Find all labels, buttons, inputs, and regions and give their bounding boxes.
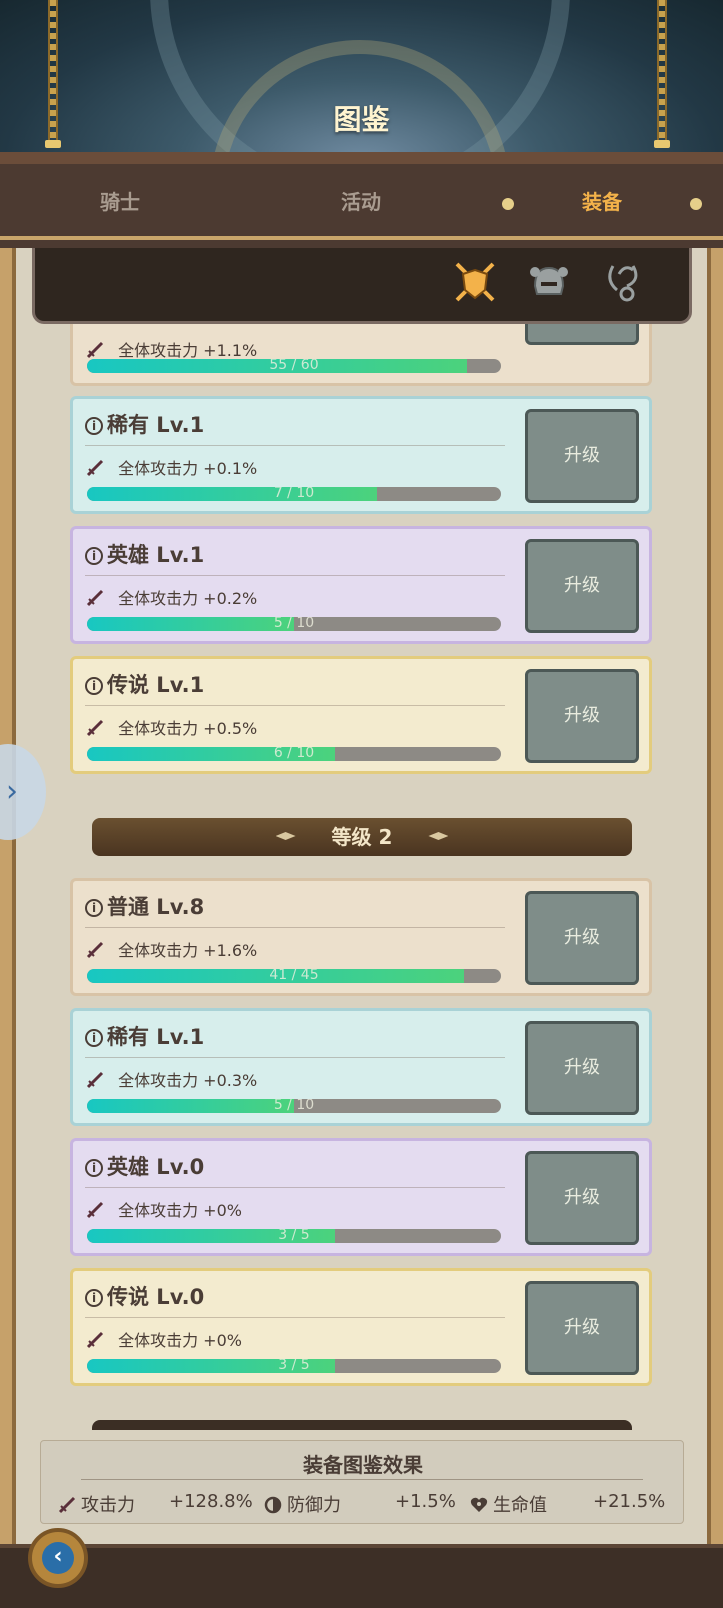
attack-value: +128.8% bbox=[169, 1491, 253, 1512]
back-button[interactable]: ‹ bbox=[28, 1528, 88, 1588]
necklace-icon[interactable] bbox=[601, 260, 645, 304]
progress-bar: 7 / 10 bbox=[87, 487, 501, 501]
diamond-ornament-right bbox=[428, 832, 449, 840]
upgrade-button[interactable]: 升级 bbox=[525, 409, 639, 503]
sword-icon bbox=[86, 589, 104, 607]
info-icon[interactable]: i bbox=[85, 547, 103, 565]
card-title: i 传说 Lv.0 bbox=[85, 1281, 204, 1311]
sword-icon bbox=[86, 1071, 104, 1089]
card-title: i 传说 Lv.1 bbox=[85, 669, 204, 699]
hp-stat: 生命值 bbox=[469, 1491, 547, 1517]
progress-bar: 3 / 5 bbox=[87, 1359, 501, 1373]
collection-card: i 普通 Lv.8 全体攻击力 +1.6% 41 / 45 升级 bbox=[70, 878, 652, 996]
card-title: i 普通 Lv.8 bbox=[85, 891, 204, 921]
section-header-next bbox=[92, 1420, 632, 1430]
progress-bar: 5 / 10 bbox=[87, 617, 501, 631]
info-icon[interactable]: i bbox=[85, 1289, 103, 1307]
sword-icon bbox=[86, 1331, 104, 1349]
back-arrow-icon: ‹ bbox=[42, 1542, 74, 1574]
collection-card: i 传说 Lv.1 全体攻击力 +0.5% 6 / 10 升级 bbox=[70, 656, 652, 774]
info-icon[interactable]: i bbox=[85, 417, 103, 435]
progress-bar: 5 / 10 bbox=[87, 1099, 501, 1113]
progress-bar: 41 / 45 bbox=[87, 969, 501, 983]
stat-line: 全体攻击力 +0% bbox=[85, 1327, 242, 1351]
attack-stat: 攻击力 bbox=[57, 1491, 135, 1517]
progress-bar: 6 / 10 bbox=[87, 747, 501, 761]
chevron-right-icon: › bbox=[6, 774, 18, 809]
upgrade-button[interactable]: 升级 bbox=[525, 1281, 639, 1375]
defense-stat: 防御力 bbox=[263, 1491, 341, 1517]
shield-icon bbox=[264, 1496, 282, 1514]
upgrade-button[interactable]: 升级 bbox=[525, 891, 639, 985]
sword-icon bbox=[58, 1496, 76, 1514]
hp-value: +21.5% bbox=[593, 1491, 666, 1512]
sword-icon bbox=[86, 1201, 104, 1219]
shield-swords-icon[interactable] bbox=[453, 260, 497, 304]
upgrade-button[interactable]: 升级 bbox=[525, 1151, 639, 1245]
diamond-ornament-left bbox=[275, 832, 296, 840]
stat-line: 全体攻击力 +1.6% bbox=[85, 937, 257, 961]
progress-bar: 3 / 5 bbox=[87, 1229, 501, 1243]
collection-effect-panel: 装备图鉴效果 攻击力 +128.8% 防御力 +1.5% 生命值 +21.5% bbox=[40, 1440, 684, 1524]
sword-icon bbox=[86, 341, 104, 359]
bottom-bar bbox=[0, 1544, 723, 1608]
section-header: 等级 2 bbox=[92, 818, 632, 856]
collection-list: 全体攻击力 +1.1% 55 / 60 升级 i稀有 Lv.1 全体攻击力 +0… bbox=[0, 0, 723, 1608]
info-icon[interactable]: i bbox=[85, 677, 103, 695]
stat-line: 全体攻击力 +0.3% bbox=[85, 1067, 257, 1091]
stat-line: 全体攻击力 +0% bbox=[85, 1197, 242, 1221]
collection-card: i 英雄 Lv.0 全体攻击力 +0% 3 / 5 升级 bbox=[70, 1138, 652, 1256]
filter-bar bbox=[32, 248, 692, 324]
sword-icon bbox=[86, 459, 104, 477]
card-title: i 稀有 Lv.1 bbox=[85, 409, 204, 439]
defense-value: +1.5% bbox=[395, 1491, 456, 1512]
summary-title: 装备图鉴效果 bbox=[303, 1453, 423, 1477]
upgrade-button[interactable]: 升级 bbox=[525, 539, 639, 633]
collection-card: i 稀有 Lv.1 全体攻击力 +0.3% 5 / 10 升级 bbox=[70, 1008, 652, 1126]
card-title: i 英雄 Lv.1 bbox=[85, 539, 204, 569]
info-icon[interactable]: i bbox=[85, 899, 103, 917]
collection-card: i 英雄 Lv.1 全体攻击力 +0.2% 5 / 10 升级 bbox=[70, 526, 652, 644]
progress-bar: 55 / 60 bbox=[87, 359, 501, 373]
stat-line: 全体攻击力 +1.1% bbox=[85, 337, 257, 361]
sword-icon bbox=[86, 719, 104, 737]
collection-card: i 传说 Lv.0 全体攻击力 +0% 3 / 5 升级 bbox=[70, 1268, 652, 1386]
info-icon[interactable]: i bbox=[85, 1159, 103, 1177]
card-title: i 稀有 Lv.1 bbox=[85, 1021, 204, 1051]
upgrade-button[interactable]: 升级 bbox=[525, 669, 639, 763]
heart-icon bbox=[470, 1497, 488, 1512]
collection-card: i 稀有 Lv.1 全体攻击力 +0.1% 7 / 10 升级 bbox=[70, 396, 652, 514]
stat-line: 全体攻击力 +0.5% bbox=[85, 715, 257, 739]
helmet-icon[interactable] bbox=[527, 260, 571, 304]
card-title: i 英雄 Lv.0 bbox=[85, 1151, 204, 1181]
upgrade-button[interactable]: 升级 bbox=[525, 1021, 639, 1115]
sword-icon bbox=[86, 941, 104, 959]
stat-line: 全体攻击力 +0.2% bbox=[85, 585, 257, 609]
stat-line: 全体攻击力 +0.1% bbox=[85, 455, 257, 479]
info-icon[interactable]: i bbox=[85, 1029, 103, 1047]
